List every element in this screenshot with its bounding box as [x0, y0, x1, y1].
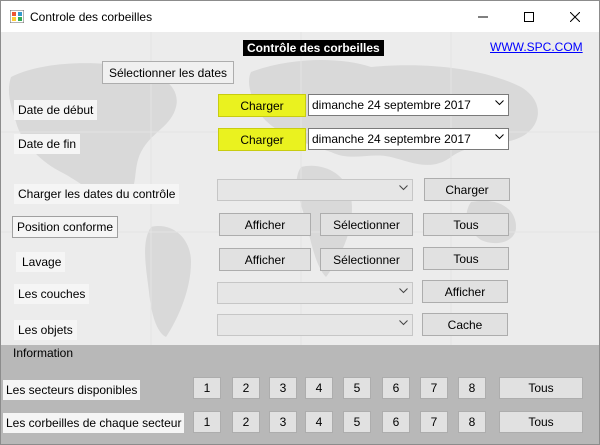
couches-afficher-button[interactable]: Afficher — [422, 280, 508, 303]
main-window: Controle des corbeilles Contrôle des cor… — [0, 0, 600, 445]
close-button[interactable] — [552, 1, 598, 32]
sectors-tous-button[interactable]: Tous — [499, 377, 583, 399]
objets-combo[interactable] — [217, 314, 413, 336]
bins-tous-button[interactable]: Tous — [499, 411, 583, 433]
objets-label: Les objets — [14, 320, 77, 340]
bins-per-sector-label: Les corbeilles de chaque secteur — [3, 413, 185, 433]
website-link[interactable]: WWW.SPC.COM — [490, 40, 583, 54]
information-panel: Information Les secteurs disponibles 1 2… — [1, 345, 599, 444]
select-dates-button[interactable]: Sélectionner les dates — [102, 61, 234, 84]
couches-label: Les couches — [14, 284, 90, 304]
sector-button-6[interactable]: 6 — [382, 377, 410, 399]
objets-cache-button[interactable]: Cache — [422, 313, 508, 336]
position-afficher-button[interactable]: Afficher — [219, 213, 311, 236]
bin-button-5[interactable]: 5 — [343, 411, 371, 433]
chevron-down-icon — [495, 100, 504, 106]
maximize-icon — [524, 11, 534, 22]
load-control-dates-label: Charger les dates du contrôle — [14, 184, 180, 204]
chevron-down-icon — [495, 134, 504, 140]
app-icon — [10, 10, 24, 23]
chevron-down-icon — [399, 288, 408, 294]
sector-button-3[interactable]: 3 — [269, 377, 297, 399]
lavage-selectionner-button[interactable]: Sélectionner — [320, 248, 413, 271]
window-title: Controle des corbeilles — [30, 10, 153, 24]
client-area: Contrôle des corbeilles WWW.SPC.COM Séle… — [1, 32, 599, 444]
title-bar: Controle des corbeilles — [1, 1, 599, 32]
sector-button-5[interactable]: 5 — [343, 377, 371, 399]
control-dates-combo[interactable] — [217, 179, 413, 201]
start-date-picker[interactable]: dimanche 24 septembre 2017 — [308, 94, 509, 116]
chevron-down-icon — [399, 320, 408, 326]
load-start-date-button[interactable]: Charger — [218, 94, 306, 117]
lavage-afficher-button[interactable]: Afficher — [219, 248, 311, 271]
sector-button-7[interactable]: 7 — [420, 377, 448, 399]
minimize-icon — [478, 16, 488, 17]
end-date-value: dimanche 24 septembre 2017 — [312, 132, 471, 146]
end-date-label: Date de fin — [14, 134, 81, 154]
bin-button-8[interactable]: 8 — [458, 411, 486, 433]
sectors-available-label: Les secteurs disponibles — [3, 380, 141, 400]
sector-button-1[interactable]: 1 — [193, 377, 221, 399]
bin-button-4[interactable]: 4 — [305, 411, 333, 433]
couches-combo[interactable] — [217, 282, 413, 304]
minimize-button[interactable] — [460, 1, 506, 32]
sector-button-2[interactable]: 2 — [232, 377, 260, 399]
maximize-button[interactable] — [506, 1, 552, 32]
load-end-date-button[interactable]: Charger — [218, 128, 306, 151]
lavage-tous-button[interactable]: Tous — [423, 247, 509, 270]
sector-button-8[interactable]: 8 — [458, 377, 486, 399]
bin-button-1[interactable]: 1 — [193, 411, 221, 433]
page-title: Contrôle des corbeilles — [243, 40, 384, 56]
position-tous-button[interactable]: Tous — [423, 213, 509, 236]
bin-button-2[interactable]: 2 — [232, 411, 260, 433]
end-date-picker[interactable]: dimanche 24 septembre 2017 — [308, 128, 509, 150]
bin-button-7[interactable]: 7 — [420, 411, 448, 433]
bin-button-6[interactable]: 6 — [382, 411, 410, 433]
position-conforme-label: Position conforme — [12, 216, 119, 238]
bin-button-3[interactable]: 3 — [269, 411, 297, 433]
chevron-down-icon — [399, 185, 408, 191]
information-title: Information — [13, 346, 74, 360]
sector-button-4[interactable]: 4 — [305, 377, 333, 399]
position-selectionner-button[interactable]: Sélectionner — [320, 213, 413, 236]
close-icon — [570, 11, 580, 22]
load-control-dates-button[interactable]: Charger — [424, 178, 510, 201]
start-date-label: Date de début — [14, 100, 98, 120]
lavage-label: Lavage — [16, 252, 66, 272]
start-date-value: dimanche 24 septembre 2017 — [312, 98, 471, 112]
